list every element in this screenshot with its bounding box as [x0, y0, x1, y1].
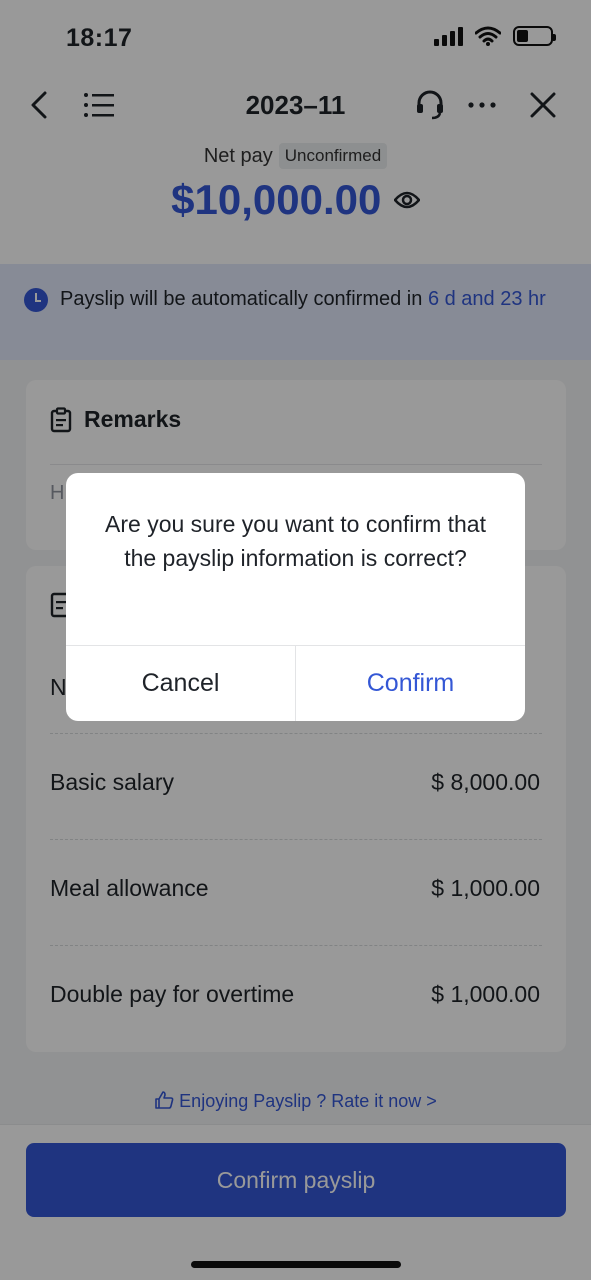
confirm-button[interactable]: Confirm — [296, 646, 525, 721]
dialog-message: Are you sure you want to confirm that th… — [105, 511, 486, 571]
cancel-button[interactable]: Cancel — [66, 646, 295, 721]
confirm-dialog: Are you sure you want to confirm that th… — [66, 473, 525, 721]
